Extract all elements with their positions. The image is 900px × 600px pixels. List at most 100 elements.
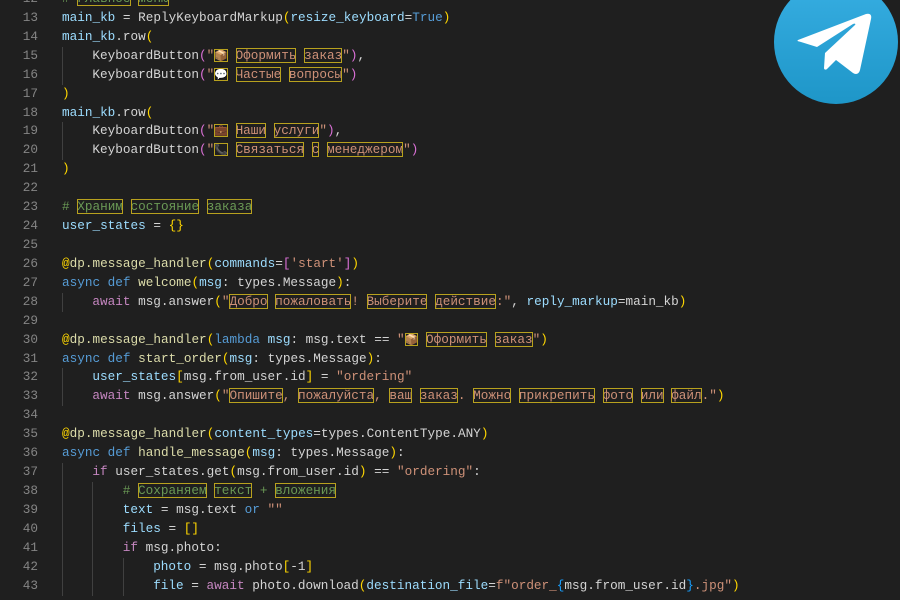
code-line[interactable]: 18 main_kb.row( <box>0 104 900 123</box>
code-token: ) <box>410 142 419 158</box>
code-token: или <box>640 388 664 404</box>
code-line[interactable]: 22 <box>0 179 900 198</box>
code-token: lambda <box>214 331 268 347</box>
code-token: welcome <box>138 274 192 290</box>
line-number: 24 <box>22 218 38 234</box>
code-text: main_kb = ReplyKeyboardMarkup(resize_key… <box>62 9 450 28</box>
code-line[interactable]: 35 @dp.message_handler(content_types=type… <box>0 425 900 444</box>
code-token: менеджером <box>326 142 404 158</box>
code-line[interactable]: 43 file = await photo.download(destinatio… <box>0 576 900 596</box>
code-text: # Главное меню <box>62 0 169 9</box>
code-line[interactable]: 42 photo = msg.photo[-1] <box>0 557 900 577</box>
code-text: KeyboardButton("💼 Наши услуги"), <box>92 122 342 141</box>
line-number: 22 <box>22 180 38 196</box>
code-token: ( <box>198 47 207 63</box>
line-number: 17 <box>22 85 38 101</box>
code-token: content_types <box>214 426 314 442</box>
line-number: 39 <box>22 501 38 517</box>
code-line[interactable]: 31 async def start_order(msg: types.Messa… <box>0 350 900 369</box>
code-line[interactable]: 21) <box>0 160 900 179</box>
code-token: Частые <box>235 66 282 82</box>
code-line[interactable]: 25 <box>0 236 900 255</box>
line-number: 25 <box>22 236 38 252</box>
code-line[interactable]: 40 files = [] <box>0 519 900 539</box>
code-token: ." <box>701 388 717 404</box>
code-text: async def start_order(msg: types.Message… <box>62 350 382 369</box>
code-line[interactable]: 19 KeyboardButton("💼 Наши услуги"), <box>0 122 900 142</box>
code-editor[interactable]: 12 # Главное меню 13 main_kb = ReplyKeyboar… <box>0 0 900 596</box>
code-text: # Сохраняем текст + вложения <box>122 482 337 501</box>
code-line[interactable]: 16 KeyboardButton("💬 Частые вопросы") <box>0 65 900 85</box>
code-token: : <box>397 445 405 461</box>
telegram-logo-icon <box>774 0 898 104</box>
code-token: = <box>313 369 337 385</box>
code-token: файл <box>671 388 702 404</box>
code-token: main_kb <box>62 9 116 25</box>
code-token: ) <box>349 66 358 82</box>
code-token: # <box>122 482 139 498</box>
code-token: photo.download <box>252 577 359 593</box>
code-line[interactable]: 15 KeyboardButton("📦 Оформить заказ"), <box>0 46 900 66</box>
code-token: ) <box>62 161 70 177</box>
code-token: file <box>153 577 184 593</box>
code-token: = <box>145 218 169 234</box>
code-token: msg.answer <box>138 388 215 404</box>
code-token: пожаловать <box>275 293 352 309</box>
code-line[interactable]: 24 user_states = {} <box>0 217 900 236</box>
code-token: if <box>92 464 116 480</box>
code-line[interactable]: 23 # Храним состояние заказа <box>0 198 900 217</box>
code-token: ( <box>214 293 222 309</box>
code-text: user_states[msg.from_user.id] = "orderin… <box>92 368 412 387</box>
code-text: ) <box>62 85 70 104</box>
code-token: Опишите <box>229 388 283 404</box>
code-token: =types.ContentType.ANY <box>313 426 481 442</box>
code-line[interactable]: 26 @dp.message_handler(commands=['start']… <box>0 255 900 274</box>
indent-guide <box>62 481 63 501</box>
line-number: 43 <box>22 577 38 593</box>
code-token: {} <box>168 218 184 234</box>
code-line[interactable]: 13 main_kb = ReplyKeyboardMarkup(resize_k… <box>0 9 900 28</box>
code-token: reply_markup <box>526 293 618 309</box>
code-line[interactable]: 30 @dp.message_handler(lambda msg: msg.te… <box>0 331 900 350</box>
code-token: msg.answer <box>138 293 215 309</box>
code-line[interactable]: 12 # Главное меню <box>0 0 900 9</box>
code-line[interactable]: 34 <box>0 406 900 425</box>
code-token: " <box>342 66 350 82</box>
code-line[interactable]: 17) <box>0 85 900 104</box>
emoji-icon: 📦 <box>214 48 228 62</box>
indent-guide <box>62 387 63 407</box>
code-line[interactable]: 37 if user_states.get(msg.from_user.id) =… <box>0 463 900 482</box>
code-token: main_kb <box>62 104 116 120</box>
code-token: "ordering" <box>397 464 474 480</box>
code-line[interactable]: 27 async def welcome(msg: types.Message): <box>0 274 900 293</box>
code-token: ( <box>198 142 207 158</box>
code-line[interactable]: 39 text = msg.text or "" <box>0 500 900 520</box>
line-number: 23 <box>22 199 38 215</box>
code-token: , <box>357 47 366 63</box>
code-line[interactable]: 32 user_states[msg.from_user.id] = "order… <box>0 368 900 388</box>
code-token: прикрепить <box>518 388 595 404</box>
code-line[interactable]: 14 main_kb.row( <box>0 28 900 47</box>
line-number: 40 <box>22 520 38 536</box>
code-token: ( <box>221 350 230 366</box>
code-line[interactable]: 41 if msg.photo: <box>0 538 900 558</box>
code-line[interactable]: 38 # Сохраняем текст + вложения <box>0 481 900 501</box>
code-token: msg.from_user.id <box>237 464 359 480</box>
line-number: 30 <box>22 331 38 347</box>
code-line[interactable]: 20 KeyboardButton("📞 Связаться с менеджер… <box>0 141 900 161</box>
code-line[interactable]: 28 await msg.answer("Добро пожаловать! Вы… <box>0 292 900 312</box>
code-token: ( <box>198 123 207 139</box>
code-token: msg <box>199 274 222 290</box>
line-number: 31 <box>22 350 38 366</box>
code-token: main_kb <box>62 28 116 44</box>
code-line[interactable]: 36 async def handle_message(msg: types.Me… <box>0 444 900 463</box>
code-line[interactable]: 33 await msg.answer("Опишите, пожалуйста,… <box>0 387 900 407</box>
code-line[interactable]: 29 <box>0 312 900 331</box>
